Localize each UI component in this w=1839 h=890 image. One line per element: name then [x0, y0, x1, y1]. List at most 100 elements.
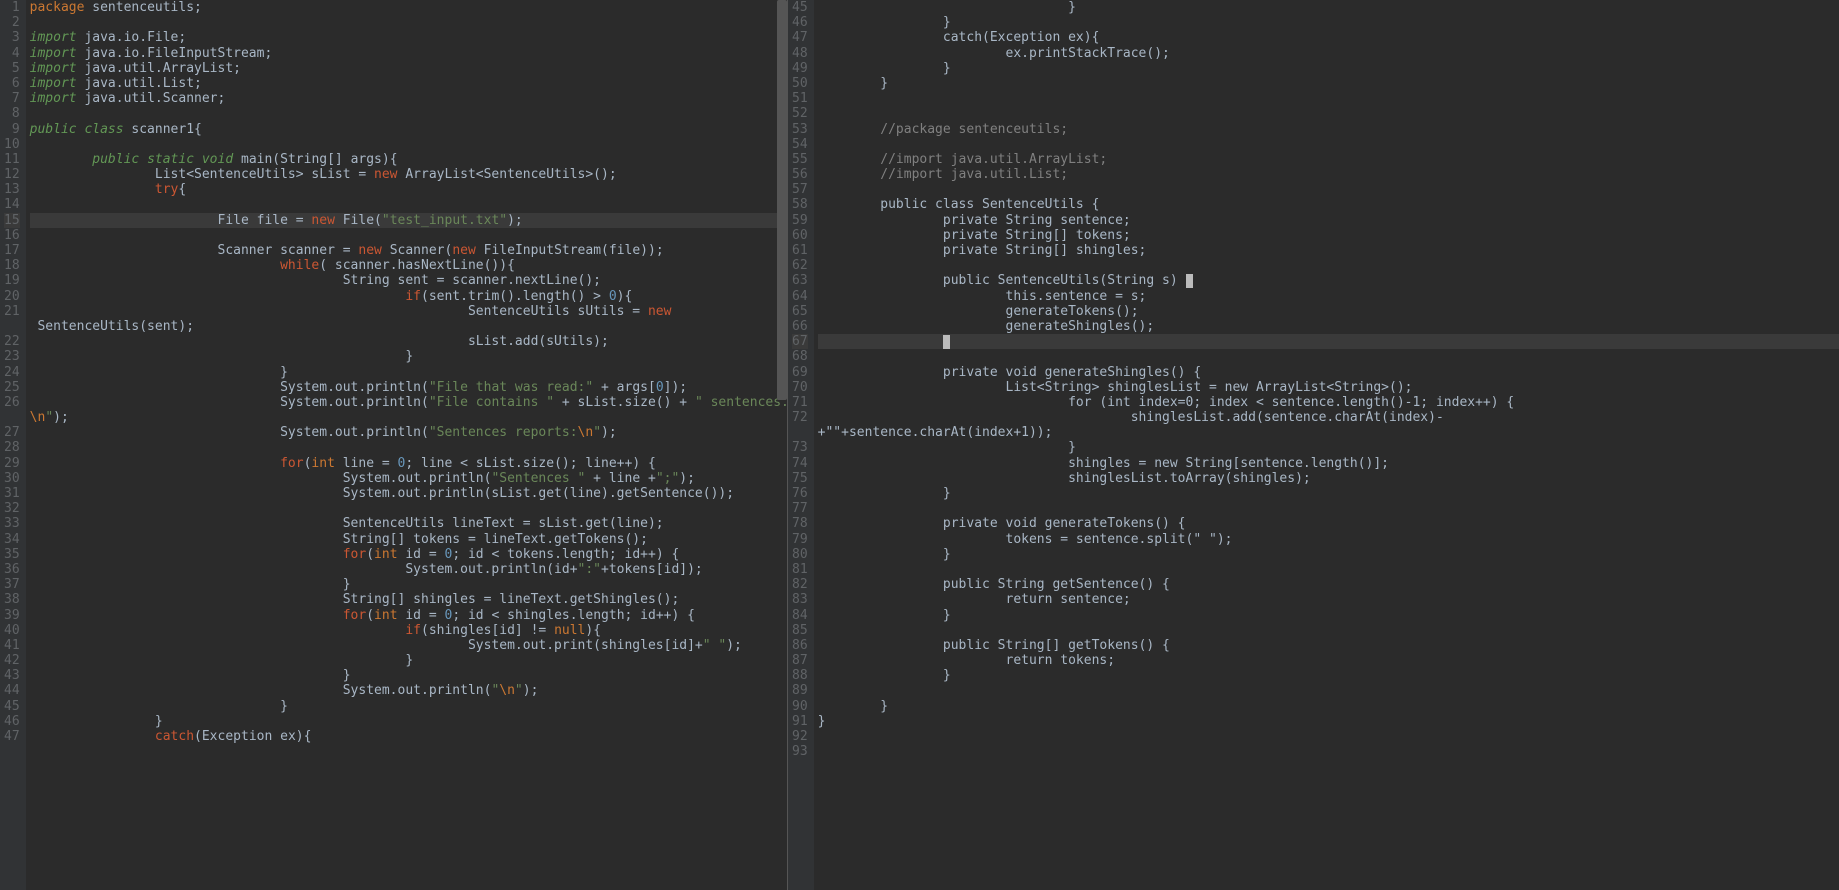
code-line[interactable] [818, 729, 1839, 744]
code-line[interactable]: catch(Exception ex){ [818, 30, 1839, 45]
code-line[interactable]: package sentenceutils; [30, 0, 787, 15]
code-line[interactable]: try{ [30, 182, 787, 197]
code-line[interactable]: } [30, 349, 787, 364]
code-editor-right[interactable]: } } catch(Exception ex){ ex.printStackTr… [814, 0, 1839, 890]
code-line[interactable] [818, 562, 1839, 577]
code-line[interactable]: import java.util.List; [30, 76, 787, 91]
code-line[interactable]: private void generateShingles() { [818, 365, 1839, 380]
code-line[interactable]: String[] tokens = lineText.getTokens(); [30, 532, 787, 547]
code-line[interactable]: SentenceUtils lineText = sList.get(line)… [30, 516, 787, 531]
code-line[interactable]: } [30, 668, 787, 683]
code-line[interactable]: System.out.println(id+":"+tokens[id]); [30, 562, 787, 577]
code-line[interactable]: if(shingles[id] != null){ [30, 623, 787, 638]
code-line[interactable]: import java.util.Scanner; [30, 91, 787, 106]
code-line[interactable] [818, 258, 1839, 273]
code-line[interactable]: this.sentence = s; [818, 289, 1839, 304]
code-line[interactable]: \n"); [30, 410, 787, 425]
code-line[interactable]: public static void main(String[] args){ [30, 152, 787, 167]
code-line[interactable]: public String[] getTokens() { [818, 638, 1839, 653]
code-line[interactable]: } [818, 61, 1839, 76]
code-line[interactable]: generateShingles(); [818, 319, 1839, 334]
code-line[interactable]: System.out.println("Sentences " + line +… [30, 471, 787, 486]
code-line[interactable] [818, 683, 1839, 698]
code-line[interactable]: } [818, 699, 1839, 714]
code-line[interactable]: ex.printStackTrace(); [818, 46, 1839, 61]
code-line[interactable] [30, 228, 787, 243]
code-line[interactable]: List<String> shinglesList = new ArrayLis… [818, 380, 1839, 395]
code-line[interactable]: for(int line = 0; line < sList.size(); l… [30, 456, 787, 471]
code-line[interactable]: return tokens; [818, 653, 1839, 668]
code-line[interactable] [818, 349, 1839, 364]
code-line[interactable]: SentenceUtils sUtils = new [30, 304, 787, 319]
code-line[interactable]: System.out.println(sList.get(line).getSe… [30, 486, 787, 501]
code-line[interactable]: import java.io.FileInputStream; [30, 46, 787, 61]
code-line[interactable]: File file = new File("test_input.txt"); [30, 213, 787, 228]
code-line[interactable]: if(sent.trim().length() > 0){ [30, 289, 787, 304]
code-line[interactable] [818, 501, 1839, 516]
code-line[interactable]: for(int id = 0; id < shingles.length; id… [30, 608, 787, 623]
code-line[interactable]: shinglesList.toArray(shingles); [818, 471, 1839, 486]
code-line[interactable]: for(int id = 0; id < tokens.length; id++… [30, 547, 787, 562]
code-line[interactable]: System.out.println("Sentences reports:\n… [30, 425, 787, 440]
code-line[interactable] [30, 440, 787, 455]
editor-pane-left[interactable]: 1234567891011121314151617181920212223242… [0, 0, 788, 890]
code-line[interactable] [30, 15, 787, 30]
code-line[interactable]: shinglesList.add(sentence.charAt(index)- [818, 410, 1839, 425]
code-line[interactable] [818, 623, 1839, 638]
code-line[interactable] [818, 182, 1839, 197]
code-line[interactable]: private void generateTokens() { [818, 516, 1839, 531]
code-line[interactable]: tokens = sentence.split(" "); [818, 532, 1839, 547]
code-line[interactable]: private String sentence; [818, 213, 1839, 228]
editor-pane-right[interactable]: 4546474849505152535455565758596061626364… [788, 0, 1839, 890]
code-line[interactable]: } [818, 440, 1839, 455]
scrollbar-left[interactable] [777, 0, 787, 400]
code-line[interactable] [818, 137, 1839, 152]
code-line[interactable]: for (int index=0; index < sentence.lengt… [818, 395, 1839, 410]
code-line[interactable]: } [818, 668, 1839, 683]
code-line[interactable]: } [818, 714, 1839, 729]
code-line[interactable]: +""+sentence.charAt(index+1)); [818, 425, 1839, 440]
code-line[interactable]: public SentenceUtils(String s) [818, 273, 1839, 288]
code-line[interactable] [818, 106, 1839, 121]
code-line[interactable]: } [818, 547, 1839, 562]
code-line[interactable]: catch(Exception ex){ [30, 729, 787, 744]
code-line[interactable]: } [30, 699, 787, 714]
code-line[interactable] [818, 744, 1839, 759]
code-line[interactable] [818, 91, 1839, 106]
code-line[interactable]: shingles = new String[sentence.length()]… [818, 456, 1839, 471]
code-line[interactable]: } [30, 365, 787, 380]
code-line[interactable]: import java.io.File; [30, 30, 787, 45]
code-line[interactable]: import java.util.ArrayList; [30, 61, 787, 76]
code-line[interactable]: return sentence; [818, 592, 1839, 607]
code-line[interactable]: sList.add(sUtils); [30, 334, 787, 349]
code-line[interactable]: } [30, 653, 787, 668]
code-line[interactable]: Scanner scanner = new Scanner(new FileIn… [30, 243, 787, 258]
code-line[interactable]: } [818, 76, 1839, 91]
code-line[interactable] [30, 137, 787, 152]
code-line[interactable]: generateTokens(); [818, 304, 1839, 319]
code-line[interactable] [30, 501, 787, 516]
code-line[interactable]: public class SentenceUtils { [818, 197, 1839, 212]
code-line[interactable]: List<SentenceUtils> sList = new ArrayLis… [30, 167, 787, 182]
code-line[interactable]: } [818, 608, 1839, 623]
code-line[interactable]: } [818, 15, 1839, 30]
code-line[interactable]: private String[] shingles; [818, 243, 1839, 258]
code-line[interactable]: System.out.println("\n"); [30, 683, 787, 698]
code-line[interactable]: //import java.util.ArrayList; [818, 152, 1839, 167]
code-line[interactable]: String[] shingles = lineText.getShingles… [30, 592, 787, 607]
code-line[interactable]: } [818, 486, 1839, 501]
code-line[interactable]: //package sentenceutils; [818, 122, 1839, 137]
code-line[interactable]: } [30, 577, 787, 592]
code-line[interactable] [30, 197, 787, 212]
code-line[interactable]: System.out.print(shingles[id]+" "); [30, 638, 787, 653]
code-line[interactable]: } [818, 0, 1839, 15]
code-line[interactable]: System.out.println("File that was read:"… [30, 380, 787, 395]
code-line[interactable]: while( scanner.hasNextLine()){ [30, 258, 787, 273]
code-line[interactable]: } [30, 714, 787, 729]
code-line[interactable]: //import java.util.List; [818, 167, 1839, 182]
code-line[interactable]: public class scanner1{ [30, 122, 787, 137]
code-line[interactable] [30, 106, 787, 121]
code-editor-left[interactable]: package sentenceutils; import java.io.Fil… [26, 0, 787, 890]
code-line[interactable]: public String getSentence() { [818, 577, 1839, 592]
code-line[interactable]: private String[] tokens; [818, 228, 1839, 243]
